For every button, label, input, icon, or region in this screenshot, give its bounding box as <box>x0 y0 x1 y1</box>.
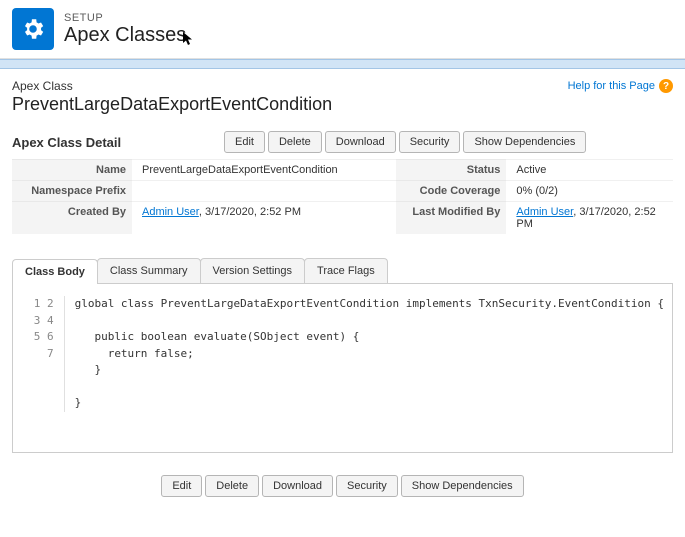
tab-row: Class Body Class Summary Version Setting… <box>12 258 673 284</box>
name-value: PreventLargeDataExportEventCondition <box>132 159 396 180</box>
status-label: Status <box>396 159 506 180</box>
line-numbers: 1 2 3 4 5 6 7 <box>21 296 65 412</box>
delete-button-bottom[interactable]: Delete <box>205 475 259 497</box>
modified-by-value: Admin User, 3/17/2020, 2:52 PM <box>506 201 673 234</box>
code-body: global class PreventLargeDataExportEvent… <box>65 296 664 412</box>
download-button-bottom[interactable]: Download <box>262 475 333 497</box>
edit-button-bottom[interactable]: Edit <box>161 475 202 497</box>
cursor-icon <box>183 29 195 52</box>
show-dependencies-button-bottom[interactable]: Show Dependencies <box>401 475 524 497</box>
security-button[interactable]: Security <box>399 131 461 153</box>
delete-button[interactable]: Delete <box>268 131 322 153</box>
detail-title: Apex Class Detail <box>12 135 212 150</box>
show-dependencies-button[interactable]: Show Dependencies <box>463 131 586 153</box>
help-icon: ? <box>659 79 673 93</box>
class-name-heading: PreventLargeDataExportEventCondition <box>12 94 332 115</box>
coverage-value: 0% (0/2) <box>506 180 673 201</box>
created-by-label: Created By <box>12 201 132 234</box>
modified-by-user-link[interactable]: Admin User <box>516 206 573 218</box>
tab-class-summary[interactable]: Class Summary <box>97 258 201 283</box>
action-buttons-top: Edit Delete Download Security Show Depen… <box>224 131 586 153</box>
edit-button[interactable]: Edit <box>224 131 265 153</box>
gear-icon <box>12 8 54 50</box>
breadcrumb: Apex Class <box>12 79 332 93</box>
page-title: Apex Classes <box>64 24 186 47</box>
help-link[interactable]: Help for this Page ? <box>568 79 673 93</box>
coverage-label: Code Coverage <box>396 180 506 201</box>
tab-version-settings[interactable]: Version Settings <box>200 258 306 283</box>
modified-by-label: Last Modified By <box>396 201 506 234</box>
code-area: 1 2 3 4 5 6 7 global class PreventLargeD… <box>12 284 673 453</box>
status-value: Active <box>506 159 673 180</box>
namespace-value <box>132 180 396 201</box>
tab-class-body[interactable]: Class Body <box>12 259 98 284</box>
created-by-value: Admin User, 3/17/2020, 2:52 PM <box>132 201 396 234</box>
detail-table: Name PreventLargeDataExportEventConditio… <box>12 159 673 234</box>
security-button-bottom[interactable]: Security <box>336 475 398 497</box>
tab-trace-flags[interactable]: Trace Flags <box>304 258 388 283</box>
created-by-user-link[interactable]: Admin User <box>142 206 199 218</box>
action-buttons-bottom: Edit Delete Download Security Show Depen… <box>12 475 673 497</box>
page-header: SETUP Apex Classes <box>0 0 685 59</box>
divider-bar <box>0 59 685 69</box>
name-label: Name <box>12 159 132 180</box>
setup-label: SETUP <box>64 12 186 24</box>
namespace-label: Namespace Prefix <box>12 180 132 201</box>
download-button[interactable]: Download <box>325 131 396 153</box>
